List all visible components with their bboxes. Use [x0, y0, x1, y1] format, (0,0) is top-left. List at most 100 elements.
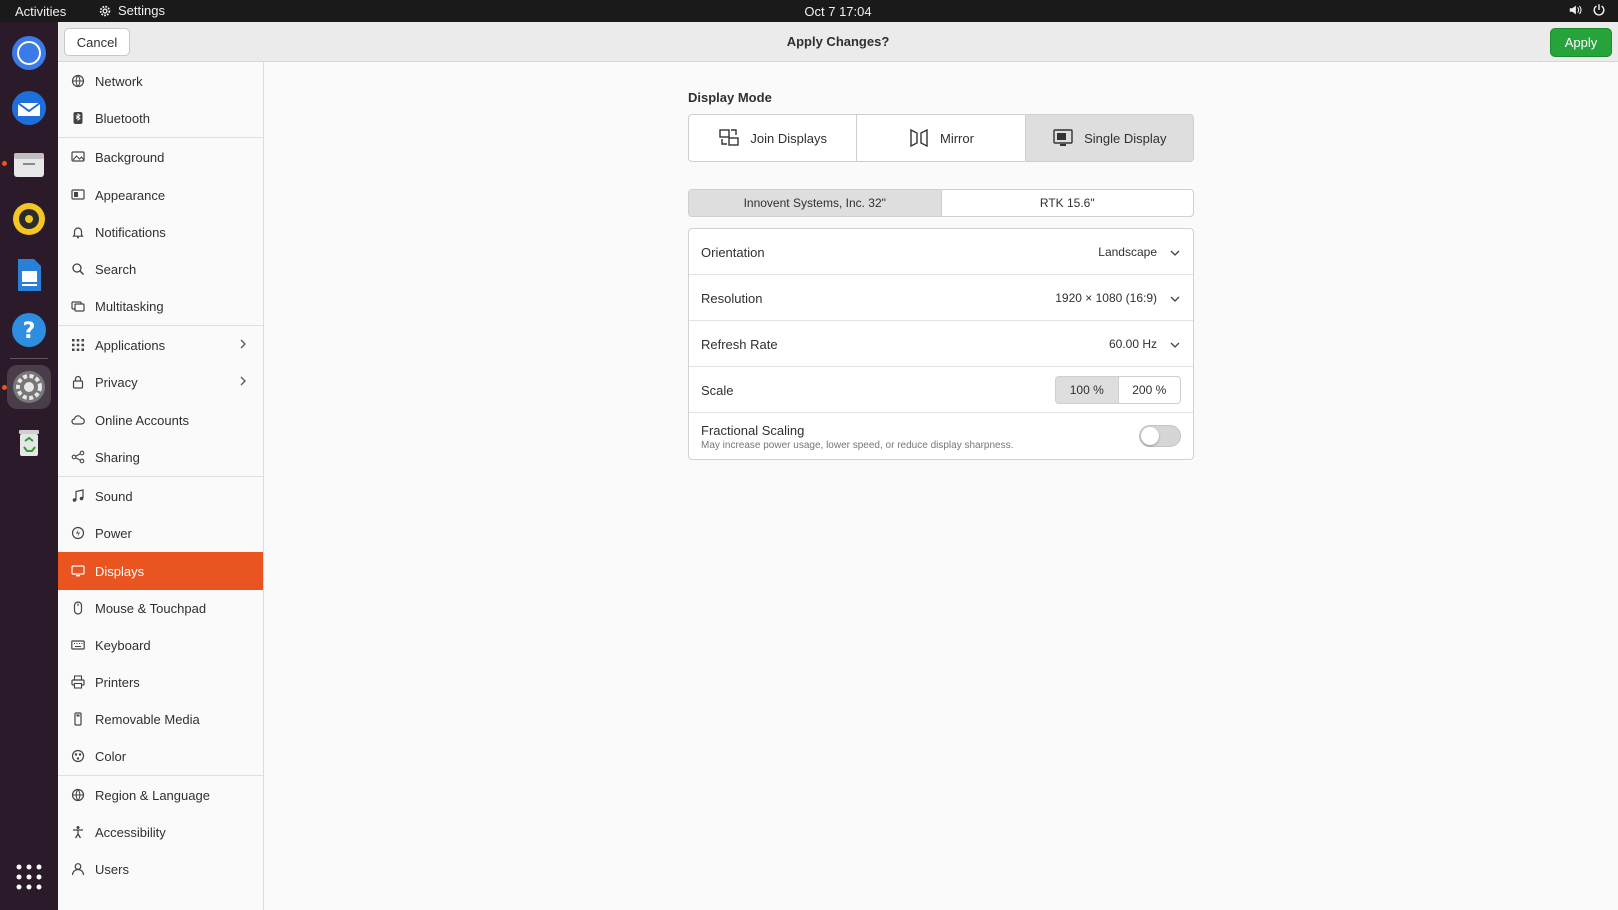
display-mode-selector: Join Displays Mirror Single Display	[688, 114, 1194, 162]
music-icon	[71, 489, 85, 503]
join-displays-button[interactable]: Join Displays	[689, 115, 858, 161]
sidebar-item-power[interactable]: Power	[58, 514, 263, 552]
scale-row: Scale 100 % 200 %	[689, 367, 1193, 413]
sidebar-item-label: Power	[95, 525, 132, 541]
sidebar-item-applications[interactable]: Applications	[58, 326, 263, 364]
sidebar-item-online-accounts[interactable]: Online Accounts	[58, 401, 263, 439]
chevron-down-icon	[1170, 296, 1180, 302]
sidebar-item-region-language[interactable]: Region & Language	[58, 776, 263, 814]
sidebar-item-removable-media[interactable]: Removable Media	[58, 700, 263, 738]
apps-icon	[71, 338, 85, 352]
orientation-value: Landscape	[1098, 245, 1157, 259]
sidebar-item-label: Applications	[95, 337, 166, 353]
orientation-label: Orientation	[701, 245, 765, 260]
printer-icon	[71, 675, 85, 689]
scale-200-button[interactable]: 200 %	[1119, 377, 1181, 403]
svg-text:?: ?	[23, 319, 36, 344]
files-icon[interactable]	[7, 142, 51, 186]
rhythmbox-icon[interactable]	[7, 197, 51, 241]
fractional-scaling-description: May increase power usage, lower speed, o…	[701, 440, 1014, 451]
dock: ?	[0, 22, 58, 910]
sidebar-item-label: Sharing	[95, 449, 140, 465]
chevron-down-icon	[1170, 250, 1180, 256]
sidebar-item-label: Displays	[95, 563, 145, 579]
sidebar-item-label: Removable Media	[95, 711, 200, 727]
monitor-tab-rtk[interactable]: RTK 15.6"	[942, 190, 1194, 216]
sidebar-item-label: Notifications	[95, 224, 166, 240]
toggle-knob	[1141, 427, 1159, 445]
single-display-icon	[1053, 129, 1073, 146]
sidebar-item-bluetooth[interactable]: Bluetooth	[58, 99, 263, 137]
power-icon	[1593, 4, 1605, 16]
refresh-rate-label: Refresh Rate	[701, 337, 778, 352]
display-icon	[71, 564, 85, 578]
sidebar-item-search[interactable]: Search	[58, 250, 263, 288]
bluetooth-icon	[71, 111, 85, 125]
fractional-scaling-row: Fractional Scaling May increase power us…	[689, 413, 1193, 459]
sidebar-item-displays[interactable]: Displays	[58, 552, 263, 590]
search-icon	[71, 262, 85, 276]
sidebar-item-sharing[interactable]: Sharing	[58, 438, 263, 476]
display-mode-label: Display Mode	[688, 90, 772, 105]
chromium-icon[interactable]	[7, 31, 51, 75]
sidebar-item-label: Printers	[95, 674, 140, 690]
sidebar-item-notifications[interactable]: Notifications	[58, 213, 263, 251]
clock[interactable]: Oct 7 17:04	[0, 4, 1618, 19]
sidebar-item-color[interactable]: Color	[58, 737, 263, 775]
resolution-label: Resolution	[701, 291, 763, 306]
sidebar-item-multitasking[interactable]: Multitasking	[58, 287, 263, 325]
fractional-scaling-label: Fractional Scaling	[701, 423, 805, 438]
sidebar-item-network[interactable]: Network	[58, 62, 263, 100]
sidebar-item-label: Mouse & Touchpad	[95, 600, 207, 616]
sidebar-item-label: Multitasking	[95, 298, 164, 314]
sidebar-item-users[interactable]: Users	[58, 850, 263, 888]
scale-label: Scale	[701, 383, 734, 398]
trash-icon[interactable]	[7, 420, 51, 464]
sidebar-item-printers[interactable]: Printers	[58, 663, 263, 701]
help-icon[interactable]: ?	[7, 308, 51, 352]
sidebar-item-appearance[interactable]: Appearance	[58, 176, 263, 214]
network-icon	[71, 74, 85, 88]
mouse-icon	[71, 601, 85, 615]
display-properties: Orientation Landscape Resolution 1920 × …	[688, 228, 1194, 460]
system-tray[interactable]	[1568, 3, 1606, 17]
sidebar-item-label: Accessibility	[95, 824, 166, 840]
share-icon	[71, 450, 85, 464]
sidebar-item-label: Keyboard	[95, 637, 151, 653]
header-bar: Cancel Apply Changes? Apply	[58, 22, 1618, 62]
writer-icon[interactable]	[7, 253, 51, 297]
user-icon	[71, 862, 85, 876]
settings-icon[interactable]	[7, 365, 51, 409]
fractional-scaling-toggle[interactable]	[1139, 425, 1181, 447]
chevron-down-icon	[1170, 342, 1180, 348]
single-display-button[interactable]: Single Display	[1025, 115, 1193, 161]
chevron-right-icon	[240, 339, 246, 349]
top-bar: Activities Settings Oct 7 17:04	[0, 0, 1618, 22]
refresh-rate-row[interactable]: Refresh Rate 60.00 Hz	[689, 321, 1193, 367]
join-displays-icon	[719, 129, 740, 146]
monitor-tab-innovent[interactable]: Innovent Systems, Inc. 32"	[689, 190, 942, 216]
sidebar-item-background[interactable]: Background	[58, 138, 263, 176]
orientation-row[interactable]: Orientation Landscape	[689, 229, 1193, 275]
sidebar-item-label: Search	[95, 261, 137, 277]
sidebar-item-sound[interactable]: Sound	[58, 477, 263, 515]
accessibility-icon	[71, 825, 85, 839]
running-indicator	[2, 385, 7, 390]
app-grid-icon[interactable]	[7, 855, 51, 899]
apply-button[interactable]: Apply	[1550, 28, 1612, 57]
keyboard-icon	[71, 638, 85, 652]
sidebar-item-privacy[interactable]: Privacy	[58, 363, 263, 401]
resolution-row[interactable]: Resolution 1920 × 1080 (16:9)	[689, 275, 1193, 321]
scale-100-button[interactable]: 100 %	[1056, 377, 1119, 403]
background-icon	[71, 150, 85, 164]
sidebar-item-label: Privacy	[95, 374, 138, 390]
color-icon	[71, 749, 85, 763]
sidebar-item-mouse-touchpad[interactable]: Mouse & Touchpad	[58, 589, 263, 627]
mirror-button[interactable]: Mirror	[857, 115, 1026, 161]
sidebar-item-keyboard[interactable]: Keyboard	[58, 626, 263, 664]
sidebar-item-label: Bluetooth	[95, 110, 150, 126]
sidebar-item-label: Online Accounts	[95, 412, 189, 428]
sidebar-item-accessibility[interactable]: Accessibility	[58, 813, 263, 851]
thunderbird-icon[interactable]	[7, 86, 51, 130]
resolution-value: 1920 × 1080 (16:9)	[1055, 291, 1157, 305]
